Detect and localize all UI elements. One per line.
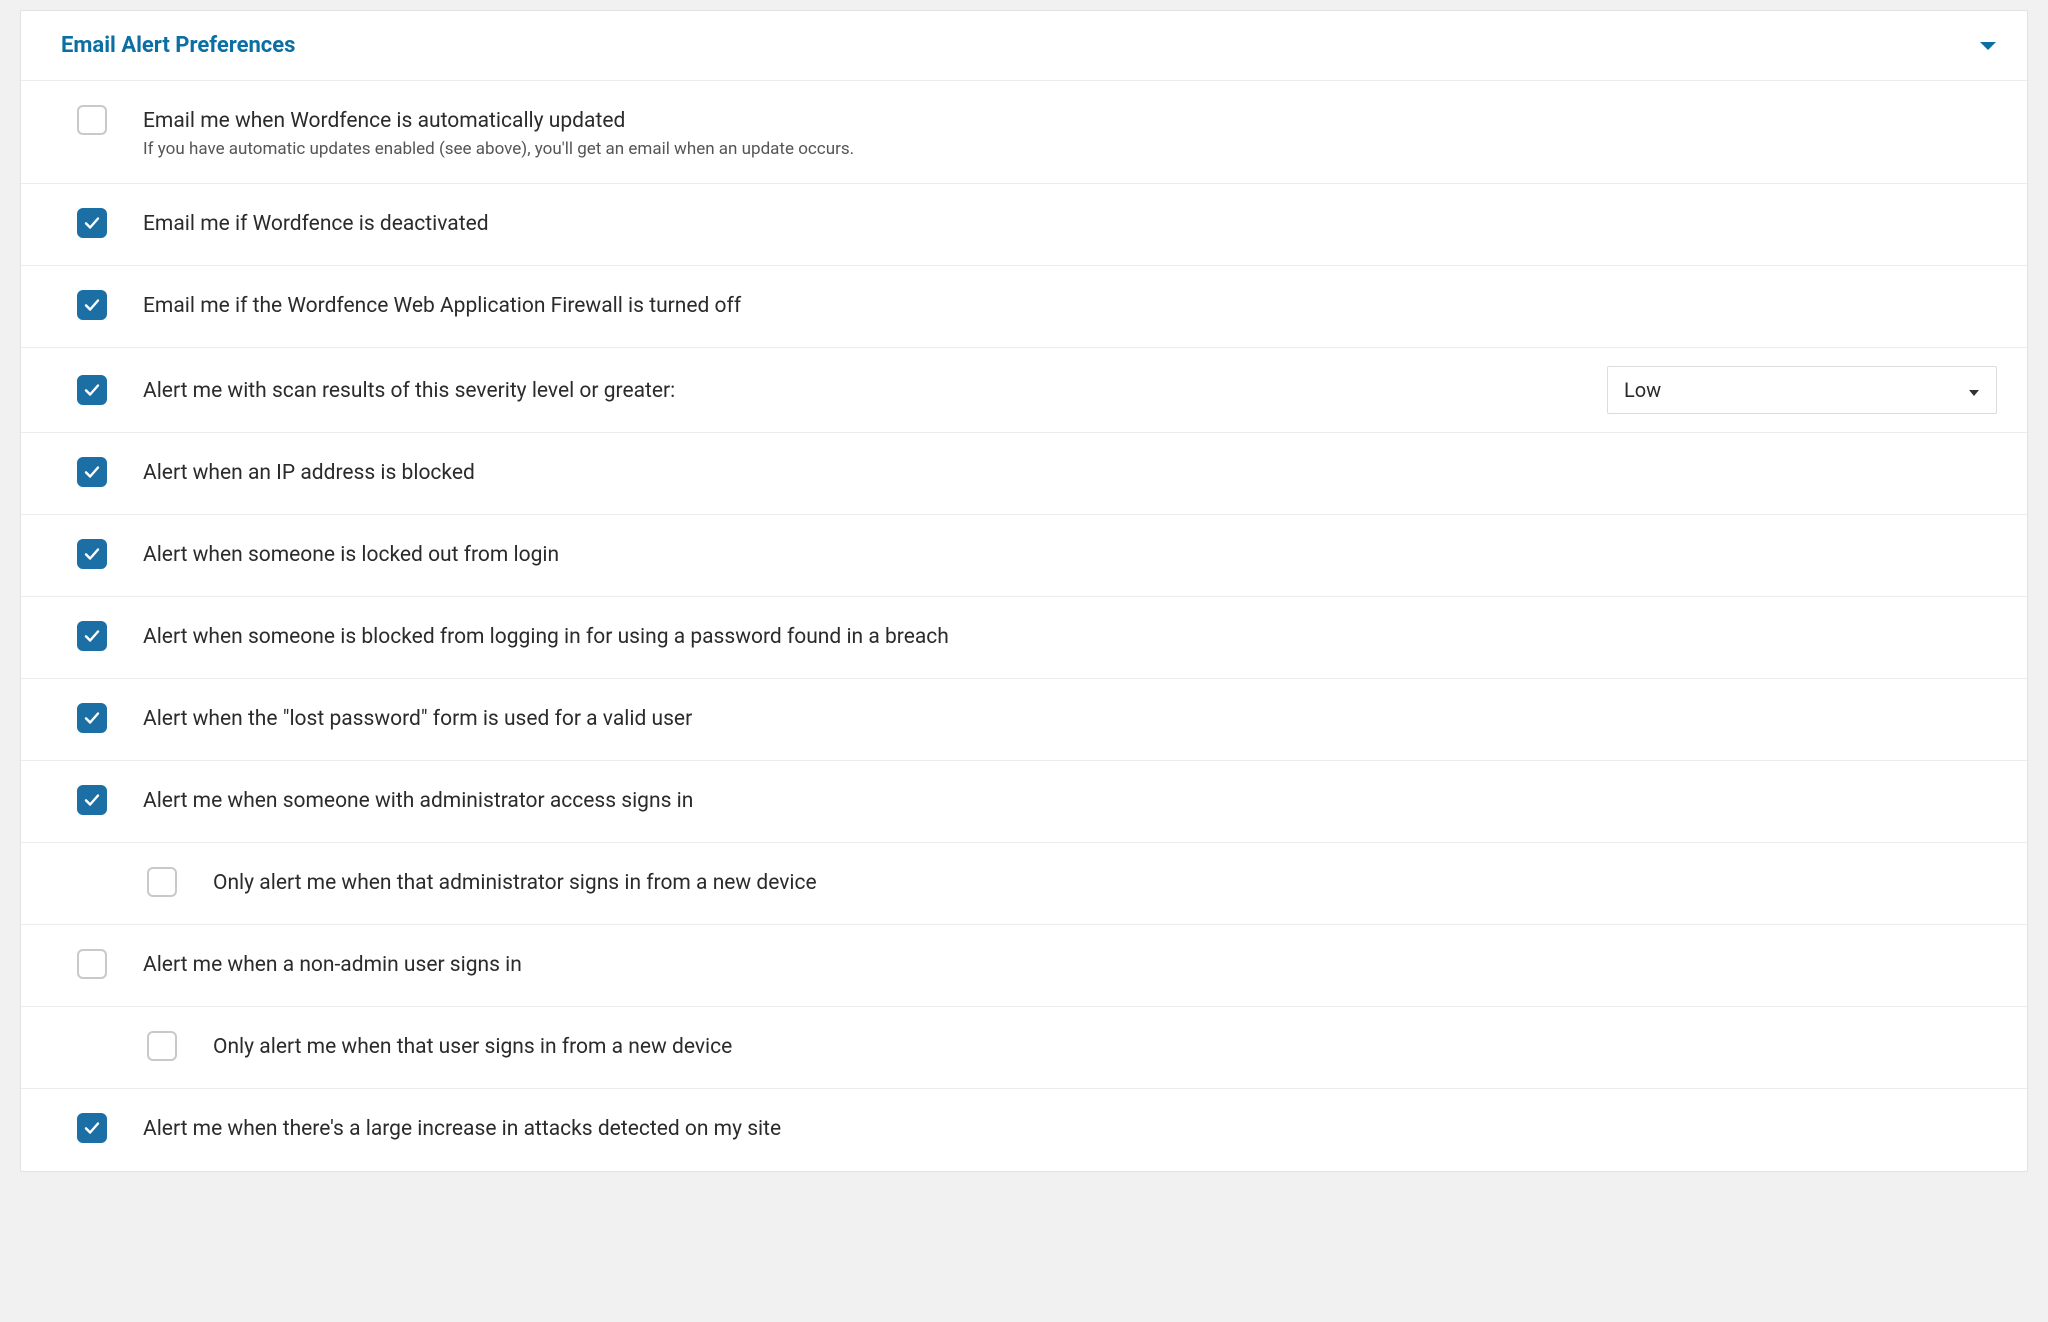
preference-row-nonadmin-signin: Alert me when a non-admin user signs in <box>21 925 2027 1007</box>
preference-row-breach-password: Alert when someone is blocked from loggi… <box>21 597 2027 679</box>
preference-row-lost-password: Alert when the "lost password" form is u… <box>21 679 2027 761</box>
label-block: Alert when an IP address is blocked <box>143 457 1997 487</box>
label-block: Email me if Wordfence is deactivated <box>143 208 1997 238</box>
preference-label: Alert me when someone with administrator… <box>143 787 1997 815</box>
label-block: Only alert me when that administrator si… <box>213 867 1997 897</box>
label-block: Alert me when a non-admin user signs in <box>143 949 1997 979</box>
checkbox-admin-new-device[interactable] <box>147 867 177 897</box>
label-block: Alert when someone is blocked from loggi… <box>143 621 1997 651</box>
preference-row-attack-increase: Alert me when there's a large increase i… <box>21 1089 2027 1171</box>
severity-select-wrapper: Low <box>1607 366 1997 414</box>
preference-label: Email me if the Wordfence Web Applicatio… <box>143 292 1997 320</box>
severity-select[interactable]: Low <box>1607 366 1997 414</box>
preference-row-locked-out: Alert when someone is locked out from lo… <box>21 515 2027 597</box>
preference-label: Alert when an IP address is blocked <box>143 459 1997 487</box>
checkbox-severity[interactable] <box>77 375 107 405</box>
label-block: Only alert me when that user signs in fr… <box>213 1031 1997 1061</box>
preference-row-admin-signin: Alert me when someone with administrator… <box>21 761 2027 843</box>
severity-select-value: Low <box>1624 378 1661 402</box>
checkbox-locked-out[interactable] <box>77 539 107 569</box>
preference-row-deactivated: Email me if Wordfence is deactivated <box>21 184 2027 266</box>
checkbox-auto-update[interactable] <box>77 105 107 135</box>
preference-label: Alert me with scan results of this sever… <box>143 377 1583 405</box>
label-block: Email me when Wordfence is automatically… <box>143 105 1997 159</box>
preference-sublabel: If you have automatic updates enabled (s… <box>143 139 1997 159</box>
label-block: Email me if the Wordfence Web Applicatio… <box>143 290 1997 320</box>
preference-row-ip-blocked: Alert when an IP address is blocked <box>21 433 2027 515</box>
preference-row-waf-off: Email me if the Wordfence Web Applicatio… <box>21 266 2027 348</box>
checkbox-nonadmin-new-device[interactable] <box>147 1031 177 1061</box>
label-block: Alert when someone is locked out from lo… <box>143 539 1997 569</box>
preference-row-auto-update: Email me when Wordfence is automatically… <box>21 81 2027 184</box>
checkbox-attack-increase[interactable] <box>77 1113 107 1143</box>
checkbox-lost-password[interactable] <box>77 703 107 733</box>
label-block: Alert me when someone with administrator… <box>143 785 1997 815</box>
chevron-down-icon <box>1979 40 1997 52</box>
preference-row-nonadmin-new-device: Only alert me when that user signs in fr… <box>21 1007 2027 1089</box>
preference-label: Alert me when there's a large increase i… <box>143 1115 1997 1143</box>
preference-label: Alert me when a non-admin user signs in <box>143 951 1997 979</box>
preference-label: Email me if Wordfence is deactivated <box>143 210 1997 238</box>
panel-title: Email Alert Preferences <box>61 33 295 58</box>
checkbox-nonadmin-signin[interactable] <box>77 949 107 979</box>
preference-row-severity: Alert me with scan results of this sever… <box>21 348 2027 433</box>
email-alert-preferences-panel: Email Alert Preferences Email me when Wo… <box>20 10 2028 1172</box>
preference-label: Only alert me when that user signs in fr… <box>213 1033 1997 1061</box>
checkbox-waf-off[interactable] <box>77 290 107 320</box>
preference-label: Email me when Wordfence is automatically… <box>143 107 1997 135</box>
preference-label: Alert when someone is locked out from lo… <box>143 541 1997 569</box>
label-block: Alert when the "lost password" form is u… <box>143 703 1997 733</box>
label-block: Alert me when there's a large increase i… <box>143 1113 1997 1143</box>
preference-label: Alert when someone is blocked from loggi… <box>143 623 1997 651</box>
caret-down-icon <box>1968 378 1980 402</box>
checkbox-admin-signin[interactable] <box>77 785 107 815</box>
preference-label: Alert when the "lost password" form is u… <box>143 705 1997 733</box>
preference-label: Only alert me when that administrator si… <box>213 869 1997 897</box>
checkbox-breach-password[interactable] <box>77 621 107 651</box>
panel-header[interactable]: Email Alert Preferences <box>21 11 2027 81</box>
preferences-list: Email me when Wordfence is automatically… <box>21 81 2027 1171</box>
preference-row-admin-new-device: Only alert me when that administrator si… <box>21 843 2027 925</box>
label-block: Alert me with scan results of this sever… <box>143 375 1583 405</box>
checkbox-ip-blocked[interactable] <box>77 457 107 487</box>
checkbox-deactivated[interactable] <box>77 208 107 238</box>
